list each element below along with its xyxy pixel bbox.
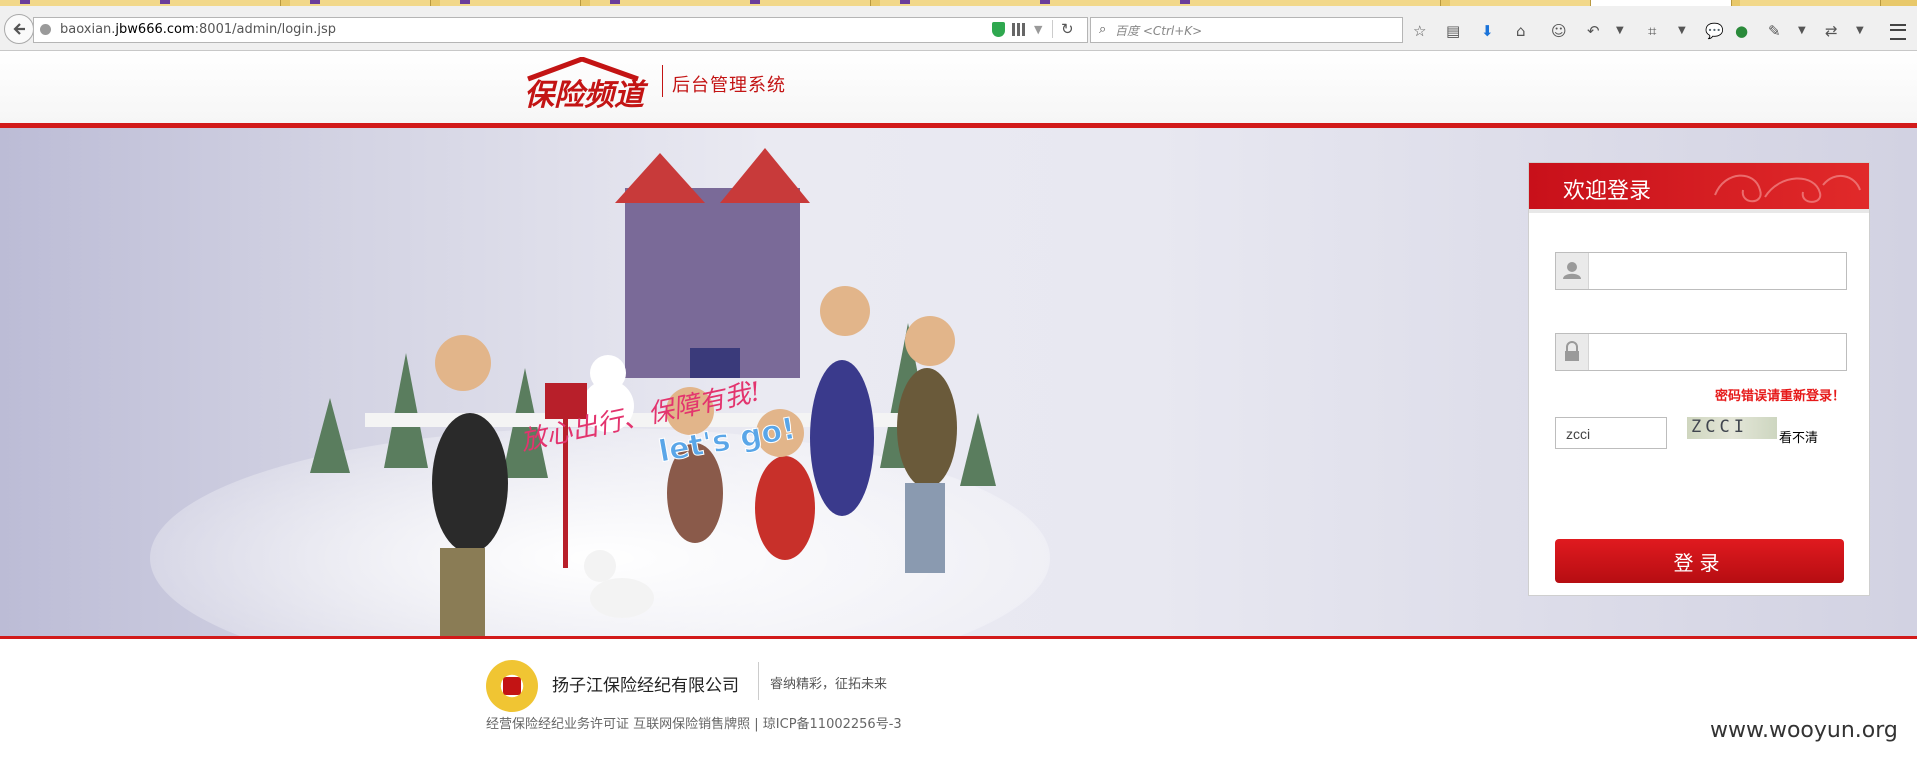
url-dropdown-icon[interactable]: ▼: [1034, 23, 1042, 36]
footer-company-name: 扬子江保险经纪有限公司: [552, 676, 739, 696]
tab-favicon-icon: [310, 0, 320, 4]
tab-favicon-icon: [1040, 0, 1050, 4]
password-input[interactable]: [1592, 338, 1841, 366]
login-button[interactable]: 登录: [1555, 539, 1844, 583]
login-header-shadow: [1529, 209, 1869, 213]
login-panel: 欢迎登录 密码错误请重新登录！ ZCCI 看不清 登录: [1528, 162, 1870, 596]
captcha-field: [1555, 417, 1667, 449]
site-info-icon[interactable]: [40, 24, 51, 35]
company-seal-center: [503, 677, 521, 695]
logo-text: 保险频道: [524, 78, 649, 113]
username-input[interactable]: [1592, 257, 1841, 285]
password-field: [1555, 333, 1847, 371]
page-header: 保险频道 后台管理系统: [0, 51, 1917, 128]
footer-divider: [758, 662, 759, 700]
captcha-image[interactable]: ZCCI: [1687, 417, 1777, 439]
tab-favicon-icon: [20, 0, 30, 4]
reload-icon[interactable]: ↻: [1052, 20, 1074, 38]
chat-icon[interactable]: 💬: [1705, 23, 1724, 39]
translate-icon[interactable]: ⇄: [1825, 23, 1838, 39]
tab-favicon-icon: [900, 0, 910, 4]
watermark-text: www.wooyun.org: [1710, 718, 1898, 743]
back-arrow-icon: [13, 23, 25, 35]
lock-icon: [1556, 334, 1589, 370]
security-shield-icon[interactable]: [992, 22, 1005, 37]
home-icon[interactable]: ⌂: [1516, 23, 1526, 39]
swirl-ornament-icon: [1714, 174, 1861, 203]
qr-code-icon[interactable]: [1012, 23, 1025, 36]
extension-icon[interactable]: ●: [1735, 23, 1748, 39]
logo-divider: [662, 65, 663, 97]
download-icon[interactable]: ⬇: [1481, 23, 1494, 39]
username-field: [1555, 252, 1847, 290]
tab-favicon-icon: [610, 0, 620, 4]
bookmark-star-icon[interactable]: ☆: [1413, 23, 1426, 39]
tab-favicon-icon: [460, 0, 470, 4]
captcha-refresh-link[interactable]: 看不清: [1779, 427, 1818, 446]
footer-slogan: 睿纳精彩，征拓未来: [770, 677, 888, 692]
hamburger-menu-icon[interactable]: [1890, 24, 1906, 40]
emoji-icon[interactable]: ☺: [1551, 23, 1567, 39]
banner-bottom-line: [0, 636, 1917, 639]
tab-favicon-icon: [160, 0, 170, 4]
login-error-message: 密码错误请重新登录！: [1714, 389, 1845, 404]
system-title: 后台管理系统: [672, 75, 786, 96]
footer-license-text: 经营保险经纪业务许可证 互联网保险销售牌照 | 琼ICP备11002256号-3: [486, 717, 902, 732]
crop-icon[interactable]: ⌗: [1648, 23, 1656, 39]
search-bar[interactable]: ⌕ 百度 <Ctrl+K>: [1090, 17, 1403, 43]
dropdown-icon[interactable]: ▼: [1616, 23, 1624, 39]
user-icon: [1556, 253, 1589, 289]
search-placeholder: 百度 <Ctrl+K>: [1115, 24, 1203, 38]
back-button[interactable]: [4, 14, 34, 44]
tab-favicon-icon: [750, 0, 760, 4]
captcha-image-text: ZCCI: [1691, 417, 1748, 437]
dropdown-icon[interactable]: ▼: [1798, 23, 1806, 39]
company-seal-logo: [486, 660, 538, 712]
browser-toolbar: baoxian.jbw666.com:8001/admin/login.jsp …: [0, 6, 1917, 51]
reading-list-icon[interactable]: ▤: [1446, 23, 1460, 39]
addon-icon[interactable]: ✎: [1768, 23, 1781, 39]
dropdown-icon[interactable]: ▼: [1678, 23, 1686, 39]
captcha-input[interactable]: [1564, 422, 1663, 446]
undo-icon[interactable]: ↶: [1587, 23, 1600, 39]
dropdown-icon[interactable]: ▼: [1856, 23, 1864, 39]
tab-favicon-icon: [1180, 0, 1190, 4]
login-title: 欢迎登录: [1563, 179, 1652, 204]
address-bar[interactable]: baoxian.jbw666.com:8001/admin/login.jsp …: [33, 17, 1088, 43]
search-icon: ⌕: [1099, 22, 1107, 37]
login-header: 欢迎登录: [1529, 163, 1869, 213]
brand-logo[interactable]: 保险频道: [520, 57, 660, 113]
url-text[interactable]: baoxian.jbw666.com:8001/admin/login.jsp: [60, 22, 336, 37]
